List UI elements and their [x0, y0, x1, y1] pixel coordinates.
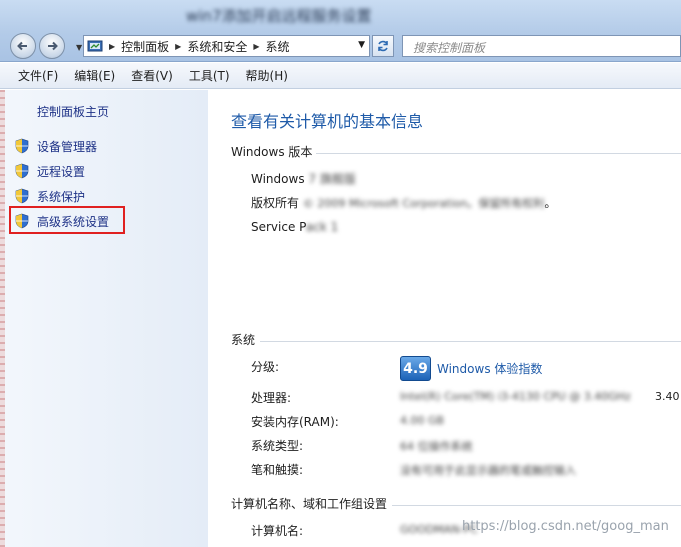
search-input[interactable]: 搜索控制面板 [402, 35, 681, 57]
menu-help[interactable]: 帮助(H) [238, 67, 296, 84]
breadcrumb-separator-icon: ▶ [109, 41, 116, 51]
highlight-box [9, 206, 125, 234]
address-dropdown-icon[interactable]: ▼ [358, 40, 365, 50]
sidebar-control-panel-home[interactable]: 控制面板主页 [37, 103, 109, 120]
back-button[interactable] [10, 33, 36, 59]
section-divider [392, 505, 681, 506]
forward-button[interactable] [39, 33, 65, 59]
window-title: win7添加开启远程服务设置 [186, 7, 372, 25]
pen-touch-label: 笔和触摸: [251, 463, 304, 477]
sidebar-item-device-manager[interactable]: 设备管理器 [14, 136, 97, 156]
edition-row: Windows 7 旗舰版 [251, 170, 356, 187]
computer-name-label: 计算机名: [251, 524, 304, 538]
sidebar: 控制面板主页 设备管理器 远程设置 系统保护 高级系统设置 [0, 90, 208, 547]
edition-value: 7 旗舰版 [308, 172, 356, 186]
sidebar-item-label: 远程设置 [37, 164, 86, 179]
menu-tools[interactable]: 工具(T) [181, 67, 238, 84]
address-bar[interactable]: ▶ 控制面板 ▶ 系统和安全 ▶ 系统 ▼ [83, 35, 370, 57]
main-content: 查看有关计算机的基本信息 Windows 版本 Windows 7 旗舰版 版权… [208, 90, 681, 547]
copyright-end: 。 [544, 196, 557, 210]
copyright-value: © 2009 Microsoft Corporation。保留所有权利 [302, 197, 545, 210]
system-type-value: 64 位操作系统 [400, 440, 473, 453]
ram-label: 安装内存(RAM): [251, 415, 339, 429]
uac-shield-icon [15, 163, 29, 179]
navigation-buttons: ▼ [10, 33, 82, 59]
processor-label: 处理器: [251, 391, 292, 405]
section-divider [260, 341, 681, 342]
sidebar-item-label: 系统保护 [37, 189, 86, 204]
uac-shield-icon [15, 188, 29, 204]
processor-value: Intel(R) Core(TM) i3-4130 CPU @ 3.40GHz [400, 390, 631, 403]
sidebar-item-label: 设备管理器 [37, 139, 98, 154]
windows-edition-heading: Windows 版本 [231, 145, 313, 159]
ram-value: 4.00 GB [400, 414, 445, 427]
refresh-icon [378, 40, 388, 52]
service-pack-label: Service P [251, 220, 306, 234]
forward-arrow-icon [48, 41, 58, 51]
rating-label: 分级: [251, 360, 280, 374]
computer-name-heading: 计算机名称、域和工作组设置 [231, 497, 388, 511]
menu-bar: 文件(F) 编辑(E) 查看(V) 工具(T) 帮助(H) [0, 63, 681, 89]
breadcrumb-system[interactable]: 系统 [266, 38, 290, 55]
system-heading: 系统 [231, 333, 256, 347]
service-pack-value: ack 1 [305, 220, 339, 234]
history-dropdown-icon[interactable]: ▼ [76, 43, 82, 52]
window-edge [0, 90, 5, 547]
page-title: 查看有关计算机的基本信息 [231, 112, 424, 131]
menu-edit[interactable]: 编辑(E) [66, 67, 123, 84]
copyright-label: 版权所有 [251, 196, 300, 210]
experience-index-link[interactable]: Windows 体验指数 [437, 360, 542, 377]
breadcrumb-separator-icon: ▶ [175, 41, 182, 51]
menu-file[interactable]: 文件(F) [10, 67, 66, 84]
section-divider [316, 153, 681, 154]
sidebar-item-system-protection[interactable]: 系统保护 [14, 186, 85, 206]
uac-shield-icon [15, 138, 29, 154]
pen-touch-value: 没有可用于此显示器的笔或触控输入 [400, 464, 576, 477]
refresh-button[interactable] [372, 35, 394, 57]
back-arrow-icon [17, 41, 27, 51]
service-pack-row: Service Pack 1 [251, 220, 338, 234]
experience-score-badge[interactable]: 4.9 [400, 356, 431, 381]
edition-label: Windows [251, 172, 305, 186]
sidebar-item-remote-settings[interactable]: 远程设置 [14, 161, 85, 181]
breadcrumb-control-panel[interactable]: 控制面板 [121, 38, 169, 55]
copyright-row: 版权所有 © 2009 Microsoft Corporation。保留所有权利… [251, 194, 556, 211]
processor-speed-clipped: 3.40 [655, 390, 680, 403]
title-bar: win7添加开启远程服务设置 ▼ ▶ 控制面板 ▶ 系统和安全 ▶ 系统 ▼ 搜… [0, 0, 681, 62]
breadcrumb-separator-icon: ▶ [253, 41, 260, 51]
breadcrumb-system-security[interactable]: 系统和安全 [187, 38, 247, 55]
menu-view[interactable]: 查看(V) [123, 67, 181, 84]
control-panel-icon [87, 40, 103, 52]
watermark-text: https://blog.csdn.net/goog_man [462, 519, 669, 534]
system-type-label: 系统类型: [251, 439, 304, 453]
